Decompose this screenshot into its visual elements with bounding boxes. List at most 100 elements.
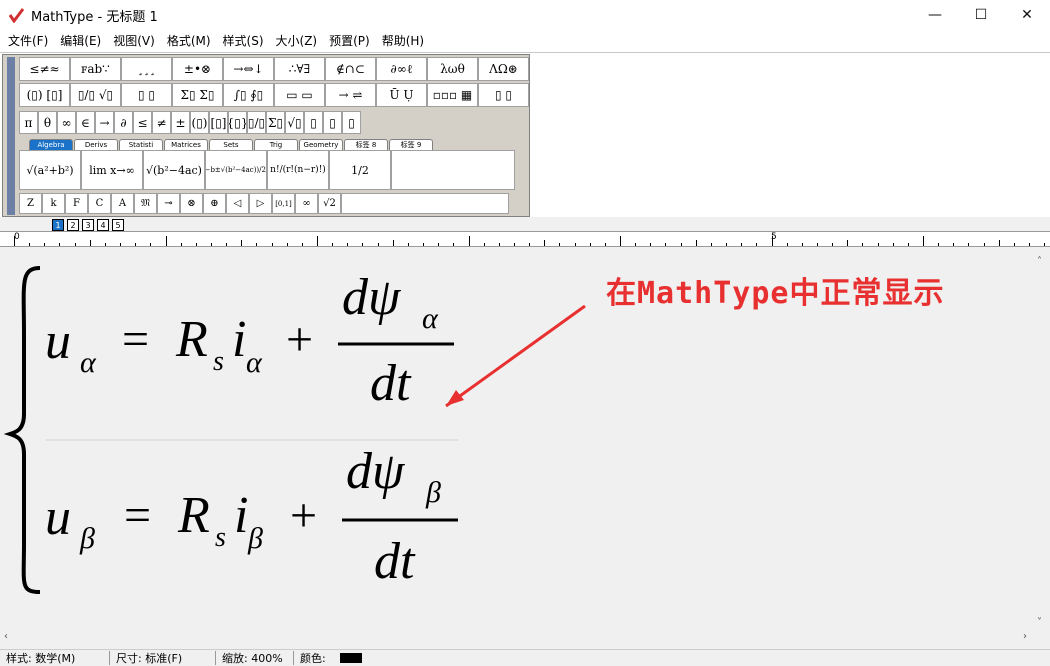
ruler-tick <box>89 240 91 246</box>
sum-template-button[interactable]: Σ▯ <box>266 111 285 134</box>
right-arrow-button[interactable]: → <box>95 111 114 134</box>
ruler-tick <box>680 243 682 246</box>
subsup-template-button[interactable]: ▯ <box>342 111 361 134</box>
size-3-button[interactable]: 3 <box>82 219 94 231</box>
tab-geometry[interactable]: Geometry <box>299 139 343 150</box>
size-4-button[interactable]: 4 <box>97 219 109 231</box>
close-button[interactable]: ✕ <box>1004 0 1050 30</box>
embellishments-palette-button[interactable]: ¸¸¸ <box>121 57 172 81</box>
paren-template-button[interactable]: (▯) <box>190 111 209 134</box>
integrals-palette-button[interactable]: ∫▯ ∮▯ <box>223 83 274 107</box>
bracket-template-button[interactable]: [▯] <box>209 111 228 134</box>
brace-template-button[interactable]: {▯} <box>228 111 247 134</box>
scripts-palette-button[interactable]: ▯ ▯ <box>121 83 172 107</box>
menu-edit[interactable]: 编辑(E) <box>54 31 107 51</box>
editing-area[interactable]: u α = R s i α + dψ α dt u β = R s i β + … <box>0 254 1050 646</box>
template-limit[interactable]: lim x→∞ <box>81 150 143 190</box>
sums-palette-button[interactable]: Σ▯ Σ▯ <box>172 83 223 107</box>
scroll-down-icon[interactable]: ˅ <box>1037 617 1042 628</box>
template-combination[interactable]: n!/(r!(n−r)!) <box>267 150 329 190</box>
superscript-template-button[interactable]: ▯ <box>304 111 323 134</box>
less-equal-button[interactable]: ≤ <box>133 111 152 134</box>
products-palette-button[interactable]: Ū Ụ <box>376 83 427 107</box>
infinity-small-button[interactable]: ∞ <box>295 193 318 214</box>
labeled-arrows-palette-button[interactable]: → ⇌ <box>325 83 376 107</box>
greek-lower-palette-button[interactable]: λωθ <box>427 57 478 81</box>
relations-palette-button[interactable]: ≤≠≈ <box>19 57 70 81</box>
theta-button[interactable]: θ <box>38 111 57 134</box>
misc-palette-button[interactable]: ∂∞ℓ <box>376 57 427 81</box>
menu-view[interactable]: 视图(V) <box>107 31 161 51</box>
tab-9[interactable]: 标签 9 <box>389 139 433 150</box>
pi-button[interactable]: π <box>19 111 38 134</box>
plus-minus-button[interactable]: ± <box>171 111 190 134</box>
ruler-tick <box>635 243 637 246</box>
template-empty-slot[interactable] <box>391 150 515 190</box>
size-1-button[interactable]: 1 <box>52 219 64 231</box>
toolbar-grip[interactable] <box>7 57 15 215</box>
subscript-template-button[interactable]: ▯ <box>323 111 342 134</box>
menu-format[interactable]: 格式(M) <box>161 31 217 51</box>
infinity-button[interactable]: ∞ <box>57 111 76 134</box>
greek-upper-palette-button[interactable]: ΛΩ⊛ <box>478 57 529 81</box>
not-equal-button[interactable]: ≠ <box>152 111 171 134</box>
tab-algebra[interactable]: Algebra <box>29 139 73 150</box>
tab-sets[interactable]: Sets <box>209 139 253 150</box>
operators-palette-button[interactable]: ±•⊗ <box>172 57 223 81</box>
horizontal-scrollbar[interactable]: ‹ › <box>0 629 1033 646</box>
triangle-right-button[interactable]: ▷ <box>249 193 272 214</box>
template-half[interactable]: 1/2 <box>329 150 391 190</box>
element-of-button[interactable]: ∈ <box>76 111 95 134</box>
tab-trig[interactable]: Trig <box>254 139 298 150</box>
menu-style[interactable]: 样式(S) <box>217 31 270 51</box>
blackboard-f-button[interactable]: F <box>65 193 88 214</box>
menu-preferences[interactable]: 预置(P) <box>323 31 376 51</box>
maximize-button[interactable]: ☐ <box>958 0 1004 30</box>
spaces-palette-button[interactable]: ꜰab∵ <box>70 57 121 81</box>
partial-button[interactable]: ∂ <box>114 111 133 134</box>
sqrt2-button[interactable]: √2 <box>318 193 341 214</box>
template-hypotenuse[interactable]: √(a²+b²) <box>19 150 81 190</box>
size-2-button[interactable]: 2 <box>67 219 79 231</box>
fraktur-a-button[interactable]: A <box>111 193 134 214</box>
tab-matrices[interactable]: Matrices <box>164 139 208 150</box>
tab-statistics[interactable]: Statisti <box>119 139 163 150</box>
sqrt-template-button[interactable]: √▯ <box>285 111 304 134</box>
vertical-scrollbar[interactable]: ˄ ˅ <box>1033 254 1050 646</box>
symbol-empty-slot[interactable] <box>341 193 509 214</box>
interval-button[interactable]: [0,1] <box>272 193 295 214</box>
size-5-button[interactable]: 5 <box>112 219 124 231</box>
tab-8[interactable]: 标签 8 <box>344 139 388 150</box>
sets-palette-button[interactable]: ∉∩⊂ <box>325 57 376 81</box>
menu-file[interactable]: 文件(F) <box>2 31 54 51</box>
arrows-palette-button[interactable]: →⇔↓ <box>223 57 274 81</box>
matrices-palette-button[interactable]: ▫▫▫ ▦ <box>427 83 478 107</box>
menu-size[interactable]: 大小(Z) <box>270 31 324 51</box>
scroll-left-icon[interactable]: ‹ <box>4 631 8 642</box>
fractions-palette-button[interactable]: ▯/▯ √▯ <box>70 83 121 107</box>
otimes-button[interactable]: ⊗ <box>180 193 203 214</box>
menu-help[interactable]: 帮助(H) <box>376 31 430 51</box>
logic-palette-button[interactable]: ∴∀∃ <box>274 57 325 81</box>
fences-palette-button[interactable]: (▯) [▯] <box>19 83 70 107</box>
minimize-button[interactable]: — <box>912 0 958 30</box>
fraktur-m-button[interactable]: 𝔐 <box>134 193 157 214</box>
triangle-left-button[interactable]: ◁ <box>226 193 249 214</box>
blackboard-c-button[interactable]: C <box>88 193 111 214</box>
scroll-right-icon[interactable]: › <box>1023 631 1027 642</box>
scroll-up-icon[interactable]: ˄ <box>1037 256 1042 267</box>
fraction-template-button[interactable]: ▯/▯ <box>247 111 266 134</box>
bars-palette-button[interactable]: ▭ ▭ <box>274 83 325 107</box>
ruler-tick <box>756 243 758 246</box>
template-discriminant[interactable]: √(b²−4ac) <box>143 150 205 190</box>
equals-1: = <box>122 313 150 366</box>
boxes-palette-button[interactable]: ▯ ▯ <box>478 83 529 107</box>
tab-derivs[interactable]: Derivs <box>74 139 118 150</box>
template-quadratic[interactable]: (−b±√(b²−4ac))/2a <box>205 150 267 190</box>
ruler-tick <box>74 243 76 246</box>
status-color-swatch <box>339 652 362 663</box>
multimap-button[interactable]: ⊸ <box>157 193 180 214</box>
blackboard-z-button[interactable]: Z <box>19 193 42 214</box>
blackboard-k-button[interactable]: k <box>42 193 65 214</box>
oplus-button[interactable]: ⊕ <box>203 193 226 214</box>
